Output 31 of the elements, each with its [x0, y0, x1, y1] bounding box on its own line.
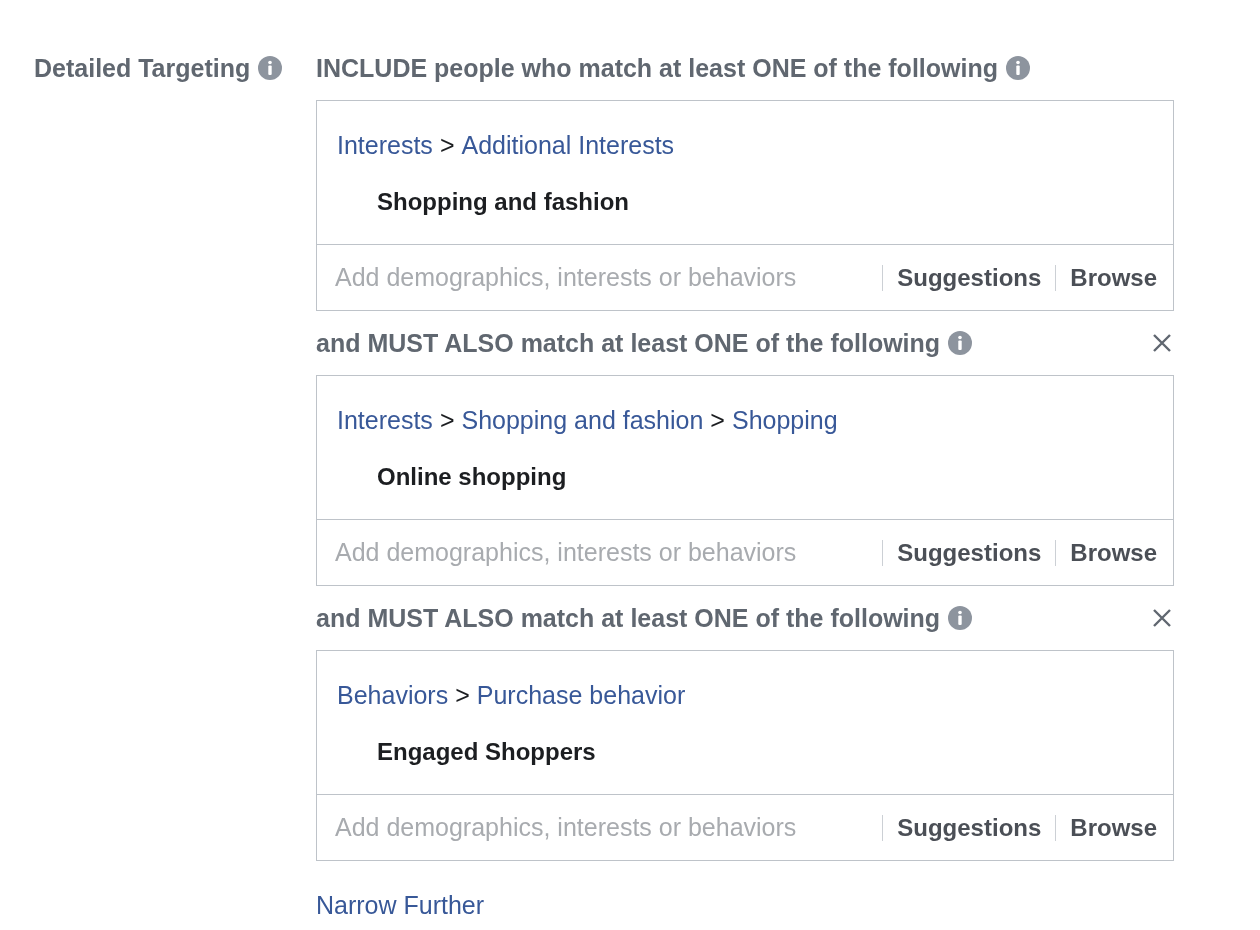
breadcrumb-separator: > — [439, 406, 455, 435]
suggestions-button[interactable]: Suggestions — [897, 813, 1042, 842]
breadcrumb-link[interactable]: Shopping and fashion — [461, 406, 704, 435]
suggestions-button[interactable]: Suggestions — [897, 263, 1042, 292]
close-icon[interactable] — [1152, 608, 1172, 628]
breadcrumb-link[interactable]: Shopping — [731, 406, 838, 435]
selected-interest: Shopping and fashion — [377, 188, 630, 216]
breadcrumb-separator: > — [439, 131, 455, 160]
info-icon — [1006, 56, 1030, 80]
breadcrumb-link[interactable]: Interests — [337, 406, 433, 435]
group-heading: and MUST ALSO match at least ONE of the following — [316, 328, 941, 358]
breadcrumb-link[interactable]: Purchase behavior — [476, 681, 686, 710]
browse-button[interactable]: Browse — [1070, 813, 1157, 842]
selected-interest: Engaged Shoppers — [377, 738, 597, 766]
group-heading: and MUST ALSO match at least ONE of the following — [316, 603, 941, 633]
breadcrumb-link[interactable]: Interests — [337, 131, 433, 160]
info-icon — [948, 606, 973, 630]
info-icon — [258, 56, 283, 80]
selected-interest: Online shopping — [377, 463, 568, 491]
info-icon — [948, 331, 973, 355]
browse-button[interactable]: Browse — [1070, 263, 1157, 292]
suggestions-button[interactable]: Suggestions — [897, 538, 1042, 567]
breadcrumb-link[interactable]: Additional Interests — [461, 131, 675, 160]
close-icon[interactable] — [1152, 333, 1172, 353]
breadcrumb-link[interactable]: Behaviors — [337, 681, 449, 710]
section-label: Detailed Targeting — [34, 53, 251, 83]
breadcrumb-separator: > — [710, 406, 725, 435]
narrow-further-link[interactable]: Narrow Further — [316, 891, 485, 920]
breadcrumb-separator: > — [455, 681, 470, 710]
group-heading: INCLUDE people who match at least ONE of the following — [316, 53, 998, 83]
browse-button[interactable]: Browse — [1070, 538, 1157, 567]
